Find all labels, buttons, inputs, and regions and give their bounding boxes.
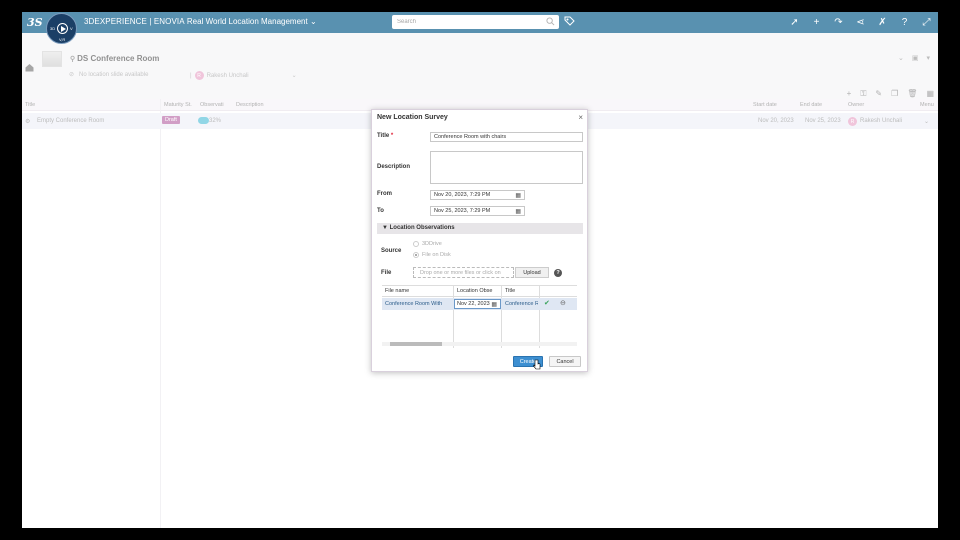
observations-grid: File name Location Obse Title Conference… (382, 285, 577, 348)
source-file-radio[interactable]: File on Disk (413, 252, 451, 258)
compass-version: V,R (59, 37, 66, 42)
upload-button[interactable]: Upload (515, 267, 549, 278)
file-drop-zone[interactable]: Drop one or more files or click on (413, 267, 514, 278)
grid-divider (453, 286, 454, 348)
grid-col-file: File name (385, 288, 410, 294)
description-field[interactable] (430, 151, 583, 184)
title-field[interactable]: Conference Room with chairs (430, 132, 583, 142)
calendar-icon[interactable]: ▦ (491, 301, 497, 308)
hand-cursor-icon (533, 359, 541, 370)
calendar-icon[interactable]: ▦ (515, 192, 521, 199)
source-3ddrive-radio[interactable]: 3DDrive (413, 241, 442, 247)
location-observations-section[interactable]: ▼ Location Observations (377, 223, 583, 234)
horizontal-scrollbar[interactable] (382, 342, 577, 346)
radio-selected-icon (413, 252, 419, 258)
grid-col-location: Location Obse (457, 288, 493, 294)
description-label: Description (377, 164, 411, 170)
cancel-button[interactable]: Cancel (549, 356, 581, 367)
required-marker: * (390, 133, 394, 139)
grid-date-field[interactable]: Nov 22, 2023 ▦ (454, 299, 501, 309)
new-location-survey-dialog: New Location Survey × Title * Conference… (371, 109, 588, 372)
grid-file-name: Conference Room With (385, 301, 443, 307)
grid-divider (501, 286, 502, 348)
remove-icon[interactable]: ⊖ (560, 299, 566, 307)
to-label: To (377, 208, 384, 214)
compass-3d-label: 3D (50, 26, 56, 31)
radio-icon (413, 241, 419, 247)
compass-v-label: V (70, 26, 73, 31)
to-date-field[interactable]: Nov 25, 2023, 7:29 PM ▦ (430, 206, 525, 216)
grid-divider (539, 286, 540, 348)
grid-header: File name Location Obse Title (382, 286, 577, 297)
grid-row[interactable]: Conference Room With Nov 22, 2023 ▦ Confe… (382, 298, 577, 310)
compass-button[interactable]: 3D V V,R (46, 13, 77, 44)
calendar-icon[interactable]: ▦ (515, 208, 521, 215)
check-icon[interactable]: ✔ (544, 299, 550, 307)
radio-label: 3DDrive (422, 241, 442, 247)
radio-label: File on Disk (422, 252, 451, 258)
triangle-down-icon: ▼ (382, 225, 388, 231)
title-value: Conference Room with chairs (434, 134, 507, 140)
close-icon[interactable]: × (578, 113, 583, 122)
from-value: Nov 20, 2023, 7:29 PM (434, 192, 491, 198)
grid-col-title: Title (505, 288, 516, 294)
from-date-field[interactable]: Nov 20, 2023, 7:29 PM ▦ (430, 190, 525, 200)
dialog-title: New Location Survey (377, 114, 448, 121)
play-icon (57, 23, 68, 34)
from-label: From (377, 191, 392, 197)
grid-title: Conference R (505, 301, 538, 307)
to-value: Nov 25, 2023, 7:29 PM (434, 208, 491, 214)
grid-date-value: Nov 22, 2023 (457, 301, 490, 307)
file-label: File (381, 270, 392, 276)
help-icon[interactable]: ? (554, 269, 562, 277)
app-window: 3S 3D V V,R 3DEXPERIENCE | ENOVIA Real W… (22, 12, 938, 528)
title-label: Title * (377, 133, 393, 139)
section-label: Location Observations (389, 225, 455, 231)
scrollbar-thumb[interactable] (390, 342, 442, 346)
title-label-text: Title (377, 133, 390, 139)
source-label: Source (381, 248, 402, 254)
